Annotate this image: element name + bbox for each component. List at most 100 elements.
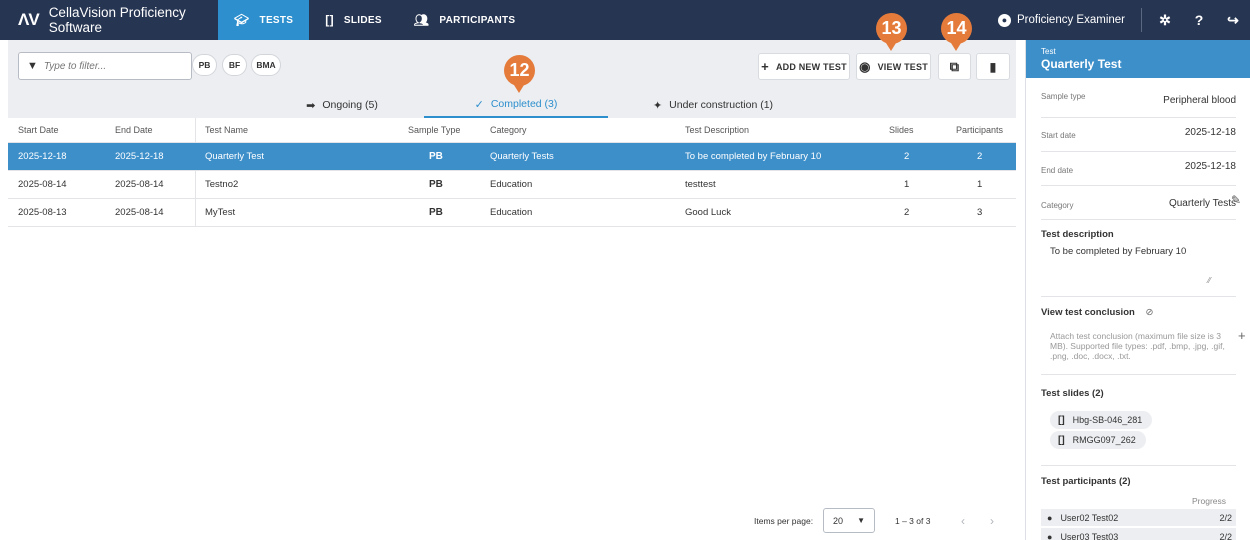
- test-details-panel: Test Quarterly Test Sample type Peripher…: [1025, 40, 1250, 540]
- description-text[interactable]: To be completed by February 10: [1050, 246, 1186, 257]
- cell-sample-type: PB: [429, 179, 443, 190]
- tab-under-construction[interactable]: ✦ Under construction (1): [618, 92, 808, 118]
- cell-slides: 2: [904, 207, 910, 218]
- items-per-page-select[interactable]: 20 ▼: [823, 508, 875, 533]
- chip-bf[interactable]: BF: [222, 54, 247, 76]
- nav-tab-label: PARTICIPANTS: [439, 14, 516, 26]
- nav-tab-tests[interactable]: 🎓︎ TESTS: [218, 0, 310, 40]
- arrow-right-icon: ➡: [306, 99, 316, 112]
- slides-icon: []: [325, 13, 334, 27]
- column-divider: [195, 171, 196, 198]
- slide-name: Hbg-SB-046_281: [1072, 415, 1143, 425]
- header-start-date[interactable]: Start Date: [18, 118, 59, 142]
- cell-test-name: MyTest: [205, 207, 236, 218]
- gear-icon[interactable]: ✲: [1148, 12, 1182, 29]
- sparkle-icon: ✦: [652, 99, 663, 112]
- participant-row[interactable]: ● User02 Test02 2/2: [1041, 509, 1236, 526]
- cell-end-date: 2025-08-14: [115, 207, 164, 218]
- cell-start-date: 2025-08-14: [18, 179, 67, 190]
- participant-name: User03 Test03: [1060, 531, 1119, 540]
- header-slides[interactable]: Slides: [889, 118, 914, 142]
- delete-test-button[interactable]: ▮: [976, 53, 1010, 80]
- top-navigation-bar: ΛV CellaVision Proficiency Software 🎓︎ T…: [0, 0, 1250, 40]
- panel-header: Test Quarterly Test: [1026, 40, 1250, 78]
- user-menu[interactable]: ● Proficiency Examiner: [997, 8, 1142, 32]
- header-sample-type[interactable]: Sample Type: [408, 118, 460, 142]
- slide-name: RMGG097_262: [1072, 435, 1136, 445]
- cell-test-description: testtest: [685, 179, 716, 190]
- tab-label: Under construction (1): [669, 99, 774, 111]
- previous-page-icon[interactable]: ‹: [961, 504, 965, 538]
- cell-category: Education: [490, 179, 533, 190]
- participant-row[interactable]: ● User03 Test03 2/2: [1041, 528, 1236, 540]
- field-value: Quarterly Tests: [1168, 198, 1236, 209]
- graduation-cap-icon: 🎓︎: [234, 13, 250, 27]
- edit-pencil-icon[interactable]: ✎: [1231, 193, 1241, 207]
- help-icon[interactable]: ?: [1182, 12, 1216, 28]
- cell-start-date: 2025-08-13: [18, 207, 67, 218]
- slides-icon: []: [1058, 414, 1065, 426]
- add-icon[interactable]: +: [1238, 328, 1246, 343]
- view-test-button[interactable]: ◉ VIEW TEST: [856, 53, 931, 80]
- add-new-test-label: ADD NEW TEST: [775, 61, 847, 72]
- callout-marker-12: 12: [504, 55, 535, 93]
- tab-label: Ongoing (5): [322, 99, 378, 111]
- next-page-icon[interactable]: ›: [990, 504, 994, 538]
- items-per-page-label: Items per page:: [754, 516, 814, 526]
- tab-completed[interactable]: ✓ Completed (3): [424, 92, 608, 118]
- resize-handle-icon[interactable]: ⁄⁄: [1208, 276, 1211, 285]
- divider: [1041, 296, 1236, 297]
- divider: [1041, 465, 1236, 466]
- participant-progress: 2/2: [1219, 531, 1232, 540]
- conclusion-hint: Attach test conclusion (maximum file siz…: [1050, 331, 1225, 361]
- header-category[interactable]: Category: [490, 118, 527, 142]
- cell-sample-type: PB: [429, 151, 443, 162]
- field-label: End date: [1041, 166, 1074, 175]
- copy-test-button[interactable]: ⧉: [938, 53, 971, 80]
- table-row[interactable]: 2025-12-18 2025-12-18 Quarterly Test PB …: [8, 143, 1016, 171]
- chip-bma[interactable]: BMA: [251, 54, 281, 76]
- slide-chip[interactable]: [] Hbg-SB-046_281: [1050, 411, 1153, 429]
- filter-box[interactable]: ▼: [18, 52, 192, 80]
- slide-chip[interactable]: [] RMGG097_262: [1050, 431, 1146, 449]
- header-end-date[interactable]: End Date: [115, 118, 153, 142]
- cell-test-name: Quarterly Test: [205, 151, 264, 162]
- top-right-controls: ● Proficiency Examiner ✲ ? ↪: [997, 0, 1250, 40]
- add-new-test-button[interactable]: + ADD NEW TEST: [758, 53, 850, 80]
- trash-icon: ▮: [989, 59, 997, 74]
- divider: [1041, 374, 1236, 375]
- people-icon: 👥︎: [413, 13, 430, 27]
- page-range: 1 – 3 of 3: [895, 516, 931, 526]
- cell-slides: 1: [904, 179, 910, 190]
- app-name: CellaVision Proficiency Software: [48, 5, 186, 35]
- user-icon: ●: [997, 13, 1011, 27]
- cell-slides: 2: [904, 151, 910, 162]
- tab-ongoing[interactable]: ➡ Ongoing (5): [268, 92, 416, 118]
- header-test-description[interactable]: Test Description: [685, 118, 749, 142]
- field-category: Category Quarterly Tests: [1041, 186, 1236, 220]
- cell-participants: 2: [977, 151, 983, 162]
- logout-icon[interactable]: ↪: [1216, 12, 1250, 29]
- header-test-name[interactable]: Test Name: [205, 118, 248, 142]
- chip-pb[interactable]: PB: [192, 54, 217, 76]
- header-participants[interactable]: Participants: [956, 118, 1003, 142]
- nav-tab-slides[interactable]: [] SLIDES: [309, 0, 398, 40]
- user-name: Proficiency Examiner: [1016, 14, 1125, 26]
- field-sample-type: Sample type Peripheral blood: [1041, 84, 1236, 118]
- nav-tab-participants[interactable]: 👥︎ PARTICIPANTS: [398, 0, 532, 40]
- tab-label: Completed (3): [490, 98, 558, 110]
- description-title: Test description: [1041, 229, 1114, 240]
- paperclip-icon[interactable]: ⊘: [1145, 307, 1153, 318]
- table-row[interactable]: 2025-08-14 2025-08-14 Testno2 PB Educati…: [8, 171, 1016, 199]
- brand[interactable]: ΛV CellaVision Proficiency Software: [0, 0, 218, 40]
- callout-marker-13: 13: [876, 13, 907, 51]
- app-logo: ΛV: [18, 10, 40, 29]
- slides-title: Test slides (2): [1041, 388, 1104, 399]
- filter-input[interactable]: [43, 60, 184, 72]
- user-icon: ●: [1047, 512, 1053, 523]
- cell-participants: 1: [977, 179, 983, 190]
- table-row[interactable]: 2025-08-13 2025-08-14 MyTest PB Educatio…: [8, 199, 1016, 227]
- nav-tab-label: TESTS: [259, 14, 294, 26]
- participant-progress: 2/2: [1219, 512, 1232, 523]
- slides-icon: []: [1058, 434, 1065, 446]
